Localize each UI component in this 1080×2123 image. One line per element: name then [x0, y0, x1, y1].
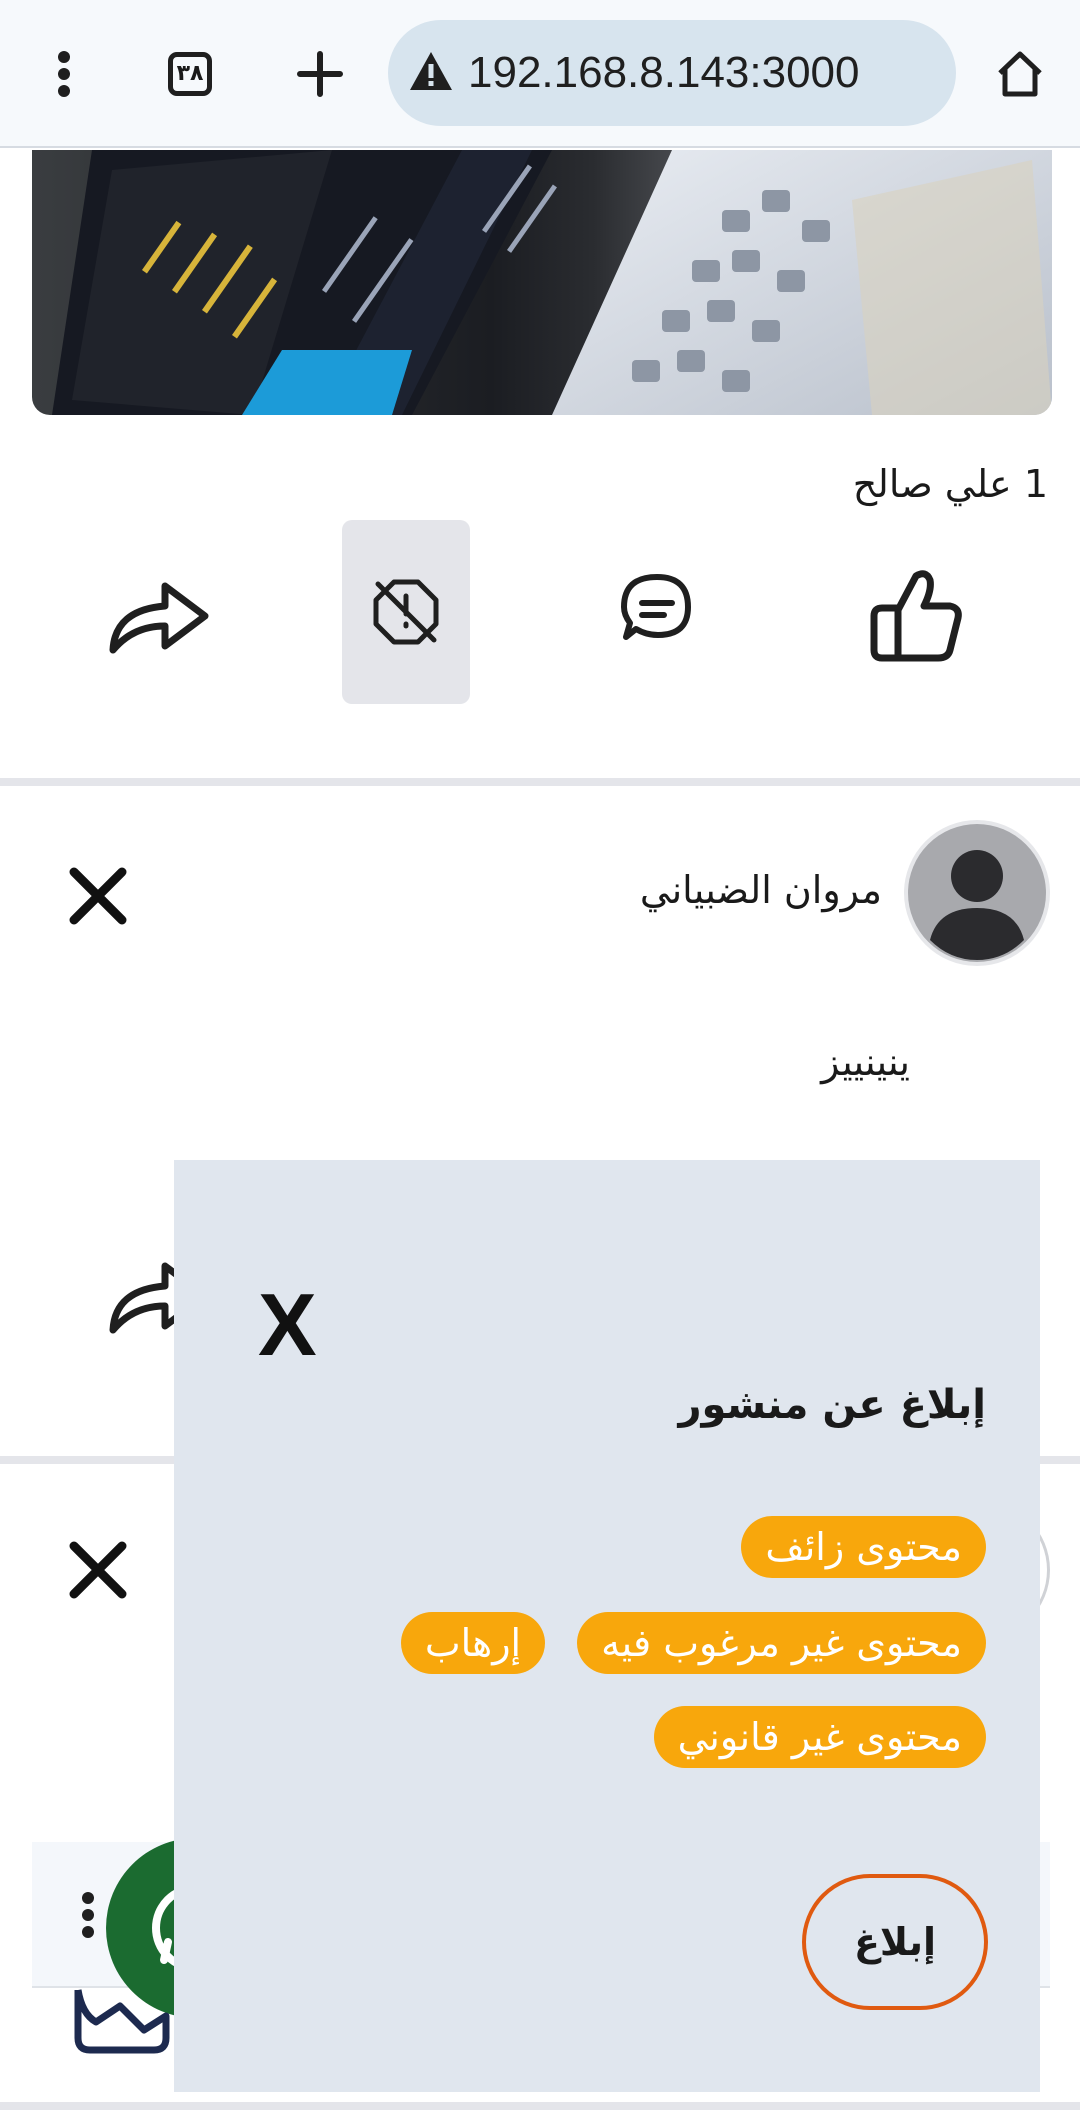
report-button[interactable]: [342, 520, 470, 704]
like-icon[interactable]: [860, 560, 970, 670]
post-author-name[interactable]: مروان الضبياني: [560, 868, 882, 926]
report-options-row: محتوى غير قانوني: [234, 1706, 986, 1768]
warning-icon[interactable]: [408, 50, 454, 96]
plus-icon[interactable]: [290, 44, 350, 104]
report-options-row: محتوى غير مرغوب فيه إرهاب: [234, 1612, 986, 1674]
report-options-row: محتوى زائف: [234, 1516, 986, 1578]
likes-summary[interactable]: 1 علي صالح: [700, 462, 1048, 518]
report-option-fake-content[interactable]: محتوى زائف: [741, 1516, 986, 1578]
post-body-text: ينينييز: [821, 1040, 910, 1084]
report-off-icon: [373, 579, 439, 645]
report-option-illegal-content[interactable]: محتوى غير قانوني: [653, 1706, 986, 1768]
report-modal: X إبلاغ عن منشور محتوى زائف محتوى غير مر…: [174, 1160, 1040, 2092]
more-vert-icon[interactable]: [80, 1890, 104, 1946]
image-icon[interactable]: [72, 1986, 172, 2056]
browser-toolbar: ٣٨ 192.168.8.143:3000: [0, 0, 1080, 148]
close-icon[interactable]: [68, 1540, 128, 1600]
report-option-unwanted-content[interactable]: محتوى غير مرغوب فيه: [577, 1612, 986, 1674]
modal-title: إبلاغ عن منشور: [678, 1382, 987, 1428]
share-icon[interactable]: [105, 570, 215, 660]
url-text: 192.168.8.143:3000: [468, 48, 860, 97]
post-image: [32, 150, 1052, 415]
report-option-terrorism[interactable]: إرهاب: [400, 1612, 546, 1674]
tab-count: ٣٨: [168, 52, 212, 96]
address-bar[interactable]: 192.168.8.143:3000: [388, 20, 956, 126]
close-icon[interactable]: [68, 866, 128, 926]
more-vert-icon[interactable]: [40, 44, 88, 104]
tab-switcher-button[interactable]: ٣٨: [160, 44, 220, 104]
home-icon[interactable]: [990, 44, 1050, 104]
post-divider: [0, 2102, 1080, 2110]
report-submit-button[interactable]: إبلاغ: [802, 1874, 988, 2010]
comment-icon[interactable]: [612, 565, 702, 655]
modal-close-button[interactable]: X: [258, 1280, 330, 1370]
avatar[interactable]: [904, 820, 1050, 966]
post-divider: [0, 778, 1080, 786]
